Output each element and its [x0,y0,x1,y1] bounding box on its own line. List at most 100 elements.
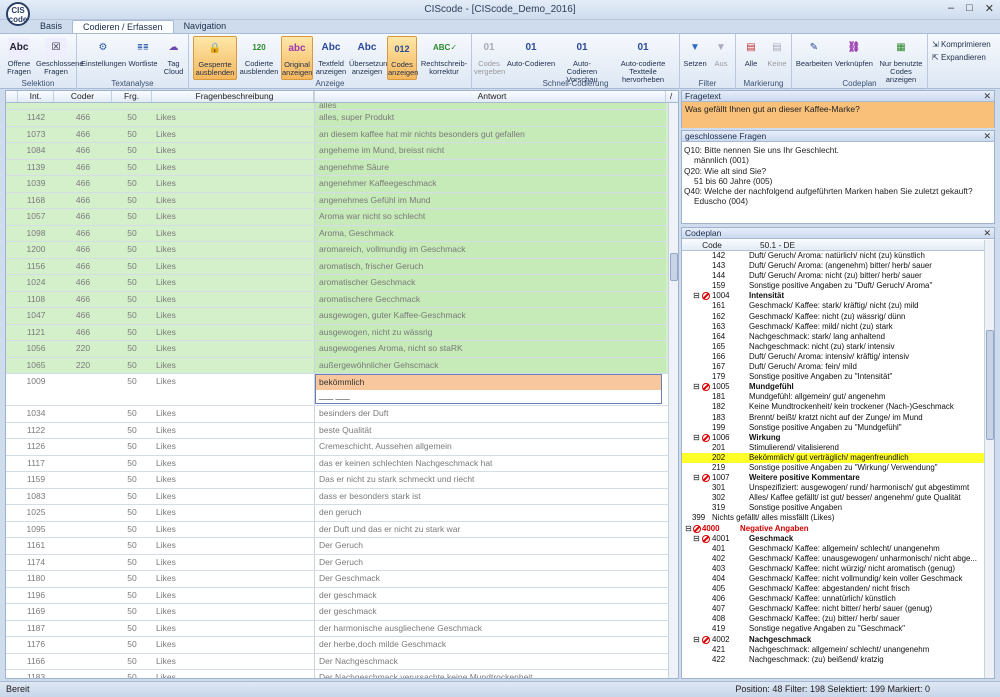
table-row[interactable]: 1083 50 Likes dass er besonders stark ist [6,488,678,505]
codeplan-item[interactable]: 319 Sonstige positive Angaben [682,503,994,513]
codeplan-item[interactable]: 302 Alles/ Kaffee gefällt/ ist gut/ besse… [682,493,994,503]
markierung-alle-button[interactable]: ▤ Alle [739,36,763,80]
einstellungen-button[interactable]: ⚙ Einstellungen [81,36,126,80]
codeplan-item[interactable]: 408 Geschmack/ Kaffee: (zu) bitter/ herb/… [682,614,994,624]
gesperrte-ausblenden-button[interactable]: 🔒 Gesperrte ausblenden [193,36,237,80]
table-row[interactable]: 1166 50 Likes Der Nachgeschmack [6,653,678,670]
grid-scroll-thumb[interactable] [670,253,678,281]
answer-edit-field[interactable]: bekömmlich ___ ___ [315,374,662,404]
codeplan-item[interactable]: 399 Nichts gefällt/ alles missfällt (Like… [682,513,994,523]
codeplan-item[interactable]: ⊟ 4000 Negative Angaben [682,524,994,534]
codeplan-item[interactable]: ⊟ 4001 Geschmack [682,533,994,544]
tab-navigation[interactable]: Navigation [174,20,237,34]
codeplan-scroll-thumb[interactable] [986,330,994,440]
komprimieren-button[interactable]: ⇲ Komprimieren [932,40,991,49]
codeplan-scrollbar[interactable] [984,240,994,678]
table-row[interactable]: 1025 50 Likes den geruch [6,505,678,522]
table-row[interactable]: 1009 50 Likes bekömmlich ___ ___ [6,374,678,406]
tree-toggle-icon[interactable]: ⊟ [693,433,700,443]
geschlossene-fragen-button[interactable]: ☒ Geschlossene Fragen [36,36,84,80]
codeplan-item[interactable]: ⊟ 1005 Mundgefühl [682,382,994,393]
codeplan-verknuepfen-button[interactable]: ⛓ Verknüpfen [835,36,873,80]
tab-codieren-erfassen[interactable]: Codieren / Erfassen [72,20,174,34]
codierte-ausblenden-button[interactable]: 120 Codierte ausblenden [239,36,279,80]
table-row[interactable]: 1126 50 Likes Cremeschicht, Aussehen allgem… [6,439,678,456]
codeplan-item[interactable]: 422 Nachgeschmack: (zu) beißend/ kratzig [682,655,994,665]
table-row[interactable]: 1161 50 Likes Der Geruch [6,538,678,555]
col-int[interactable]: Int. [18,91,54,102]
tree-toggle-icon[interactable]: ⊟ [693,534,700,544]
maximize-icon[interactable]: □ [966,2,973,15]
codeplan-col-label[interactable]: 50.1 - DE [742,239,795,250]
auto-codierte-hervorheben-button[interactable]: 01 Auto-codierte Textteile hervorheben [608,36,678,84]
codeplan-item[interactable]: 144 Duft/ Geruch/ Aroma: nicht (zu) bitte… [682,271,994,281]
table-row[interactable]: 1156 466 50 Likes aromatisch, frischer Geruc… [6,258,678,275]
app-logo[interactable]: CIS code [6,2,30,26]
table-row[interactable]: 1039 466 50 Likes angenehmer Kaffeegeschmack [6,176,678,193]
table-row[interactable]: 1095 50 Likes der Duft und das er nicht zu … [6,521,678,538]
table-row[interactable]: 1098 466 50 Likes Aroma, Geschmack [6,225,678,242]
expandieren-button[interactable]: ⇱ Expandieren [932,53,986,62]
codeplan-item[interactable]: ⊟ 4002 Nachgeschmack [682,634,994,645]
codeplan-item[interactable]: 202 Bekömmlich/ gut verträglich/ magenfre… [682,452,994,463]
table-row[interactable]: 1108 466 50 Likes aromatischere Gecchmack [6,291,678,308]
codeplan-item[interactable]: 162 Geschmack/ Kaffee: nicht (zu) wässrig… [682,312,994,322]
codeplan-item[interactable]: 406 Geschmack/ Kaffee: unnatürlich/ künst… [682,594,994,604]
table-row[interactable]: 1174 50 Likes Der Geruch [6,554,678,571]
codeplan-item[interactable]: 183 Brennt/ beißt/ kratzt nicht auf der Z… [682,413,994,423]
codeplan-item[interactable]: 179 Sonstige positive Angaben zu "Intensi… [682,372,994,382]
column-chooser-icon[interactable]: / [666,91,676,102]
filter-aus-button[interactable]: ▼ Aus [709,36,733,80]
table-row[interactable]: 1196 50 Likes der geschmack [6,587,678,604]
codeplan-item[interactable]: 401 Geschmack/ Kaffee: allgemein/ schlech… [682,544,994,554]
codeplan-item[interactable]: 159 Sonstige positive Angaben zu "Duft/ G… [682,281,994,291]
table-row-partial[interactable]: alles [6,103,678,110]
codeplan-bearbeiten-button[interactable]: ✎ Bearbeiten [795,36,833,80]
table-row[interactable]: 1187 50 Likes der harmonische ausgliechene … [6,620,678,637]
codeplan-item[interactable]: 403 Geschmack/ Kaffee: nicht würzig/ nich… [682,564,994,574]
markierung-keine-button[interactable]: ▤ Keine [765,36,789,80]
codeplan-item[interactable]: 405 Geschmack/ Kaffee: abgestanden/ nicht… [682,584,994,594]
codeplan-item[interactable]: 163 Geschmack/ Kaffee: mild/ nicht (zu) s… [682,322,994,332]
auto-codieren-button[interactable]: 01 Auto-Codieren [506,36,556,80]
codeplan-item[interactable]: 301 Unspezifiziert: ausgewogen/ rund/ har… [682,483,994,493]
code-entry-field[interactable]: ___ ___ [316,390,661,400]
codeplan-item[interactable]: 201 Stimulierend/ vitalisierend [682,443,994,453]
col-fragenbeschreibung[interactable]: Fragenbeschreibung [152,91,314,102]
col-frg[interactable]: Frg. [112,91,152,102]
codeplan-item[interactable]: 402 Geschmack/ Kaffee: unausgewogen/ unha… [682,554,994,564]
table-row[interactable]: 1180 50 Likes Der Geschmack [6,571,678,588]
filter-setzen-button[interactable]: ▼ Setzen [682,36,708,80]
tree-toggle-icon[interactable]: ⊟ [685,524,692,534]
codeplan-item[interactable]: 142 Duft/ Geruch/ Aroma: natürlich/ nicht… [682,251,994,261]
table-row[interactable]: 1159 50 Likes Das er nicht zu stark schmeck… [6,472,678,489]
codeplan-item[interactable]: 199 Sonstige positive Angaben zu "Mundgef… [682,423,994,433]
codeplan-item[interactable]: 404 Geschmack/ Kaffee: nicht vollmundig/ … [682,574,994,584]
original-anzeigen-button[interactable]: abc Original anzeigen [281,36,313,80]
codeplan-item[interactable]: 421 Nachgeschmack: allgemein/ schlecht/ u… [682,645,994,655]
textfeld-anzeigen-button[interactable]: Abc Textfeld anzeigen [315,36,347,80]
table-row[interactable]: 1024 466 50 Likes aromatischer Geschmack [6,275,678,292]
col-antwort[interactable]: Antwort [314,91,666,102]
codeplan-item[interactable]: 407 Geschmack/ Kaffee: nicht bitter/ herb… [682,604,994,614]
table-row[interactable]: 1121 466 50 Likes ausgewogen, nicht zu wässr… [6,324,678,341]
table-row[interactable]: 1056 220 50 Likes ausgewogenes Aroma, nicht … [6,341,678,358]
codeplan-item[interactable]: 161 Geschmack/ Kaffee: stark/ kräftig/ ni… [682,301,994,311]
codeplan-item[interactable]: 164 Nachgeschmack: stark/ lang anhaltend [682,332,994,342]
table-row[interactable]: 1176 50 Likes der herbe,doch milde Geschmac… [6,637,678,654]
auto-codieren-vorschau-button[interactable]: 01 Auto-Codieren Vorschau [558,36,606,84]
table-row[interactable]: 1169 50 Likes der geschmack [6,604,678,621]
codeplan-item[interactable]: ⊟ 1004 Intensität [682,291,994,302]
table-row[interactable]: 1034 50 Likes besinders der Duft [6,406,678,423]
col-coder[interactable]: Coder [54,91,112,102]
table-row[interactable]: 1183 50 Likes Der Nachgeschmack verursachte… [6,670,678,678]
table-row[interactable]: 1142 466 50 Likes alles, super Produkt [6,110,678,127]
answer-edit-text[interactable]: bekömmlich [316,375,661,390]
nur-benutzte-codes-button[interactable]: ▦ Nur benutzte Codes anzeigen [875,36,927,84]
close-icon[interactable]: ✕ [983,228,991,239]
table-row[interactable]: 1200 466 50 Likes aromareich, vollmundig im … [6,242,678,259]
rechtschreibkorrektur-button[interactable]: ABC✓ Rechtschreib-korrektur [419,36,469,80]
table-row[interactable]: 1084 466 50 Likes angeheme im Mund, breisst … [6,143,678,160]
codes-vergeben-button[interactable]: 01 Codes vergeben [474,36,505,80]
table-row[interactable]: 1073 466 50 Likes an diesem kaffee hat mir n… [6,126,678,143]
